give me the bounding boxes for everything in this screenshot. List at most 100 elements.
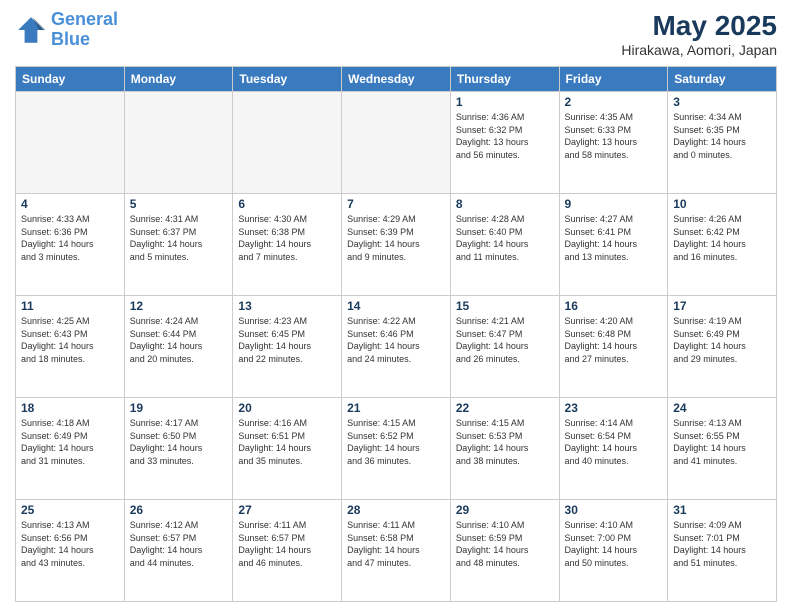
day-number: 11 bbox=[21, 299, 119, 313]
day-info: Sunrise: 4:26 AMSunset: 6:42 PMDaylight:… bbox=[673, 213, 771, 263]
day-number: 31 bbox=[673, 503, 771, 517]
day-info: Sunrise: 4:33 AMSunset: 6:36 PMDaylight:… bbox=[21, 213, 119, 263]
day-info: Sunrise: 4:16 AMSunset: 6:51 PMDaylight:… bbox=[238, 417, 336, 467]
day-info: Sunrise: 4:21 AMSunset: 6:47 PMDaylight:… bbox=[456, 315, 554, 365]
day-cell: 8 Sunrise: 4:28 AMSunset: 6:40 PMDaylight… bbox=[450, 194, 559, 296]
day-cell: 13 Sunrise: 4:23 AMSunset: 6:45 PMDayligh… bbox=[233, 296, 342, 398]
col-header-tuesday: Tuesday bbox=[233, 67, 342, 92]
day-number: 9 bbox=[565, 197, 663, 211]
day-number: 17 bbox=[673, 299, 771, 313]
day-info: Sunrise: 4:15 AMSunset: 6:53 PMDaylight:… bbox=[456, 417, 554, 467]
day-cell: 29 Sunrise: 4:10 AMSunset: 6:59 PMDayligh… bbox=[450, 500, 559, 602]
day-number: 2 bbox=[565, 95, 663, 109]
day-info: Sunrise: 4:10 AMSunset: 7:00 PMDaylight:… bbox=[565, 519, 663, 569]
day-number: 24 bbox=[673, 401, 771, 415]
day-number: 30 bbox=[565, 503, 663, 517]
day-info: Sunrise: 4:17 AMSunset: 6:50 PMDaylight:… bbox=[130, 417, 228, 467]
col-header-saturday: Saturday bbox=[668, 67, 777, 92]
col-header-sunday: Sunday bbox=[16, 67, 125, 92]
day-number: 8 bbox=[456, 197, 554, 211]
day-cell: 26Sunrise: 4:12 AMSunset: 6:57 PMDayligh… bbox=[124, 500, 233, 602]
day-cell: 2 Sunrise: 4:35 AMSunset: 6:33 PMDaylight… bbox=[559, 92, 668, 194]
day-cell: 31Sunrise: 4:09 AMSunset: 7:01 PMDayligh… bbox=[668, 500, 777, 602]
day-cell: 15Sunrise: 4:21 AMSunset: 6:47 PMDayligh… bbox=[450, 296, 559, 398]
day-number: 29 bbox=[456, 503, 554, 517]
day-number: 6 bbox=[238, 197, 336, 211]
day-info: Sunrise: 4:29 AMSunset: 6:39 PMDaylight:… bbox=[347, 213, 445, 263]
day-number: 27 bbox=[238, 503, 336, 517]
week-row-3: 18Sunrise: 4:18 AMSunset: 6:49 PMDayligh… bbox=[16, 398, 777, 500]
day-cell bbox=[342, 92, 451, 194]
day-cell: 1Sunrise: 4:36 AMSunset: 6:32 PMDaylight… bbox=[450, 92, 559, 194]
day-number: 18 bbox=[21, 401, 119, 415]
day-info: Sunrise: 4:19 AMSunset: 6:49 PMDaylight:… bbox=[673, 315, 771, 365]
day-cell: 9Sunrise: 4:27 AMSunset: 6:41 PMDaylight… bbox=[559, 194, 668, 296]
day-cell: 16 Sunrise: 4:20 AMSunset: 6:48 PMDayligh… bbox=[559, 296, 668, 398]
week-row-0: 1Sunrise: 4:36 AMSunset: 6:32 PMDaylight… bbox=[16, 92, 777, 194]
logo-text: General Blue bbox=[51, 10, 118, 50]
calendar-table: SundayMondayTuesdayWednesdayThursdayFrid… bbox=[15, 66, 777, 602]
day-cell: 21 Sunrise: 4:15 AMSunset: 6:52 PMDayligh… bbox=[342, 398, 451, 500]
day-info: Sunrise: 4:30 AMSunset: 6:38 PMDaylight:… bbox=[238, 213, 336, 263]
day-cell: 23 Sunrise: 4:14 AMSunset: 6:54 PMDayligh… bbox=[559, 398, 668, 500]
week-row-4: 25 Sunrise: 4:13 AMSunset: 6:56 PMDayligh… bbox=[16, 500, 777, 602]
day-number: 23 bbox=[565, 401, 663, 415]
day-info: Sunrise: 4:13 AMSunset: 6:55 PMDaylight:… bbox=[673, 417, 771, 467]
title-block: May 2025 Hirakawa, Aomori, Japan bbox=[621, 10, 777, 58]
day-info: Sunrise: 4:20 AMSunset: 6:48 PMDaylight:… bbox=[565, 315, 663, 365]
day-cell: 24 Sunrise: 4:13 AMSunset: 6:55 PMDayligh… bbox=[668, 398, 777, 500]
day-info: Sunrise: 4:25 AMSunset: 6:43 PMDaylight:… bbox=[21, 315, 119, 365]
day-number: 21 bbox=[347, 401, 445, 415]
day-cell: 7Sunrise: 4:29 AMSunset: 6:39 PMDaylight… bbox=[342, 194, 451, 296]
day-info: Sunrise: 4:28 AMSunset: 6:40 PMDaylight:… bbox=[456, 213, 554, 263]
day-number: 10 bbox=[673, 197, 771, 211]
day-number: 13 bbox=[238, 299, 336, 313]
day-info: Sunrise: 4:34 AMSunset: 6:35 PMDaylight:… bbox=[673, 111, 771, 161]
week-row-1: 4 Sunrise: 4:33 AMSunset: 6:36 PMDaylight… bbox=[16, 194, 777, 296]
day-number: 12 bbox=[130, 299, 228, 313]
col-header-monday: Monday bbox=[124, 67, 233, 92]
day-cell: 3 Sunrise: 4:34 AMSunset: 6:35 PMDaylight… bbox=[668, 92, 777, 194]
subtitle: Hirakawa, Aomori, Japan bbox=[621, 42, 777, 58]
day-cell: 14Sunrise: 4:22 AMSunset: 6:46 PMDayligh… bbox=[342, 296, 451, 398]
day-cell: 22 Sunrise: 4:15 AMSunset: 6:53 PMDayligh… bbox=[450, 398, 559, 500]
day-info: Sunrise: 4:23 AMSunset: 6:45 PMDaylight:… bbox=[238, 315, 336, 365]
day-number: 22 bbox=[456, 401, 554, 415]
day-cell: 25 Sunrise: 4:13 AMSunset: 6:56 PMDayligh… bbox=[16, 500, 125, 602]
day-info: Sunrise: 4:36 AMSunset: 6:32 PMDaylight:… bbox=[456, 111, 554, 161]
day-info: Sunrise: 4:14 AMSunset: 6:54 PMDaylight:… bbox=[565, 417, 663, 467]
day-cell bbox=[124, 92, 233, 194]
day-number: 19 bbox=[130, 401, 228, 415]
day-number: 20 bbox=[238, 401, 336, 415]
day-info: Sunrise: 4:15 AMSunset: 6:52 PMDaylight:… bbox=[347, 417, 445, 467]
day-info: Sunrise: 4:31 AMSunset: 6:37 PMDaylight:… bbox=[130, 213, 228, 263]
day-info: Sunrise: 4:11 AMSunset: 6:57 PMDaylight:… bbox=[238, 519, 336, 569]
day-cell: 18Sunrise: 4:18 AMSunset: 6:49 PMDayligh… bbox=[16, 398, 125, 500]
col-header-wednesday: Wednesday bbox=[342, 67, 451, 92]
main-title: May 2025 bbox=[621, 10, 777, 42]
day-cell: 20 Sunrise: 4:16 AMSunset: 6:51 PMDayligh… bbox=[233, 398, 342, 500]
day-info: Sunrise: 4:11 AMSunset: 6:58 PMDaylight:… bbox=[347, 519, 445, 569]
day-number: 4 bbox=[21, 197, 119, 211]
day-cell: 17 Sunrise: 4:19 AMSunset: 6:49 PMDayligh… bbox=[668, 296, 777, 398]
day-cell bbox=[233, 92, 342, 194]
day-number: 5 bbox=[130, 197, 228, 211]
day-cell: 27 Sunrise: 4:11 AMSunset: 6:57 PMDayligh… bbox=[233, 500, 342, 602]
day-number: 26 bbox=[130, 503, 228, 517]
day-info: Sunrise: 4:10 AMSunset: 6:59 PMDaylight:… bbox=[456, 519, 554, 569]
col-header-friday: Friday bbox=[559, 67, 668, 92]
day-cell: 5 Sunrise: 4:31 AMSunset: 6:37 PMDaylight… bbox=[124, 194, 233, 296]
day-cell: 4 Sunrise: 4:33 AMSunset: 6:36 PMDaylight… bbox=[16, 194, 125, 296]
week-row-2: 11 Sunrise: 4:25 AMSunset: 6:43 PMDayligh… bbox=[16, 296, 777, 398]
day-number: 16 bbox=[565, 299, 663, 313]
day-info: Sunrise: 4:22 AMSunset: 6:46 PMDaylight:… bbox=[347, 315, 445, 365]
day-info: Sunrise: 4:13 AMSunset: 6:56 PMDaylight:… bbox=[21, 519, 119, 569]
page: General Blue May 2025 Hirakawa, Aomori, … bbox=[0, 0, 792, 612]
day-number: 3 bbox=[673, 95, 771, 109]
day-cell: 19 Sunrise: 4:17 AMSunset: 6:50 PMDayligh… bbox=[124, 398, 233, 500]
day-info: Sunrise: 4:35 AMSunset: 6:33 PMDaylight:… bbox=[565, 111, 663, 161]
day-cell bbox=[16, 92, 125, 194]
day-number: 25 bbox=[21, 503, 119, 517]
calendar-header-row: SundayMondayTuesdayWednesdayThursdayFrid… bbox=[16, 67, 777, 92]
day-cell: 6 Sunrise: 4:30 AMSunset: 6:38 PMDaylight… bbox=[233, 194, 342, 296]
